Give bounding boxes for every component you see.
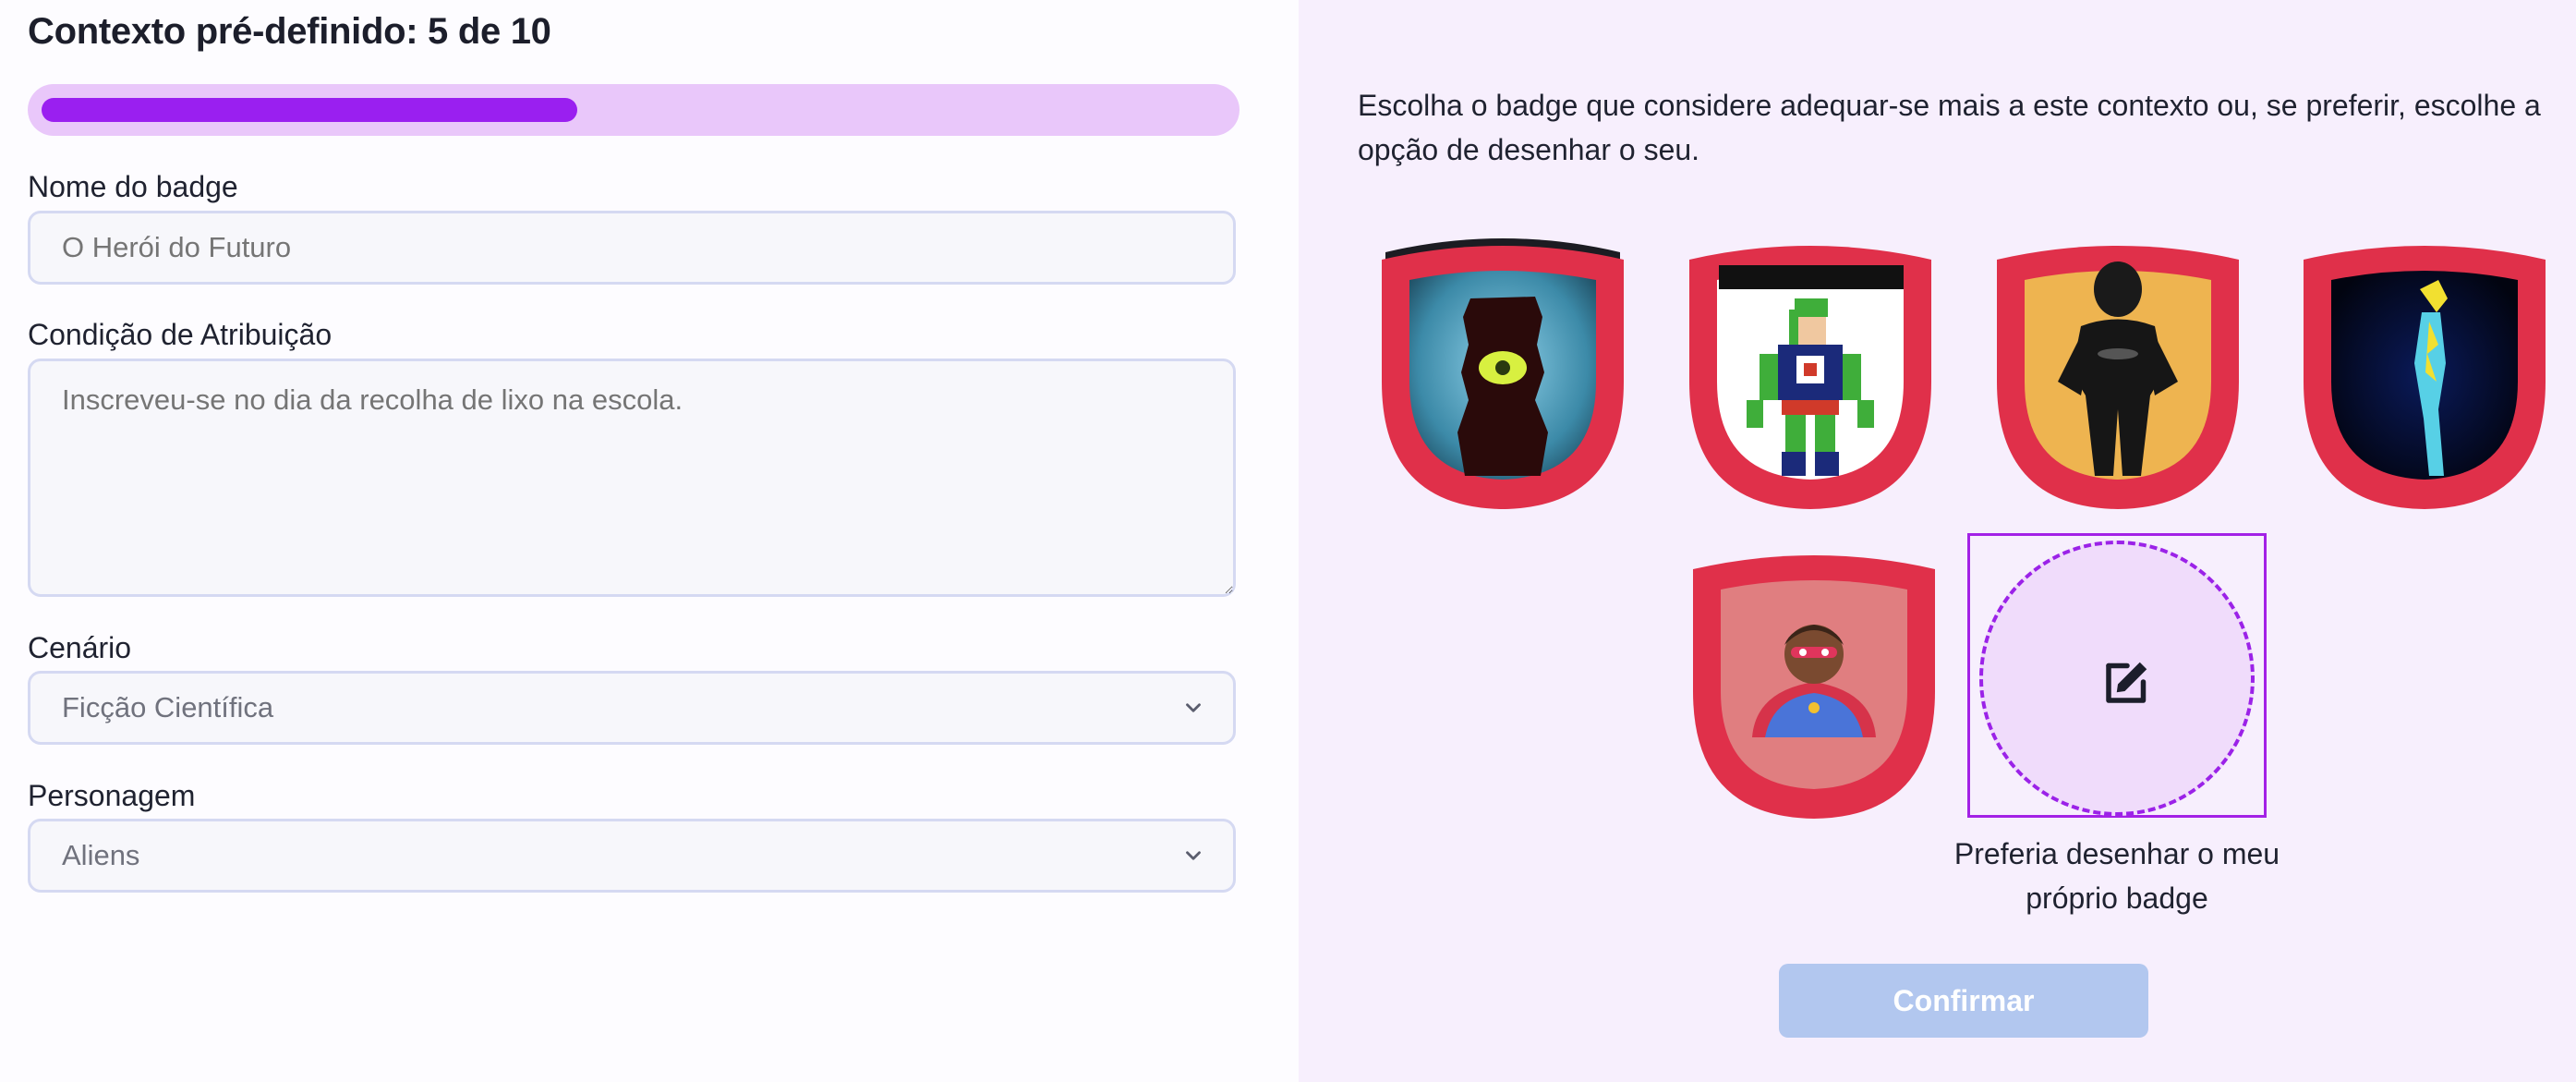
character-label: Personagem <box>28 779 196 812</box>
character-selected-value: Aliens <box>62 839 140 871</box>
pixel-hero-badge-image <box>1689 246 1931 509</box>
character-select[interactable]: Aliens <box>28 819 1236 893</box>
scenario-selected-value: Ficção Científica <box>62 691 274 723</box>
badge-name-input[interactable] <box>28 211 1236 285</box>
chevron-down-icon <box>1186 851 1201 860</box>
badge-option-lightning-hero[interactable] <box>2300 234 2549 511</box>
progress-fill <box>42 98 577 122</box>
caped-hero-badge-image <box>1693 555 1935 819</box>
progress-bar <box>28 84 1240 136</box>
edit-icon <box>2106 662 2147 703</box>
chevron-down-icon <box>1186 703 1201 712</box>
selector-instructions: Escolha o badge que considere adequar-se… <box>1358 89 2541 166</box>
black-suit-hero-badge-image <box>1997 246 2239 509</box>
cyclops-tower-badge-image <box>1382 238 1624 509</box>
condition-textarea[interactable] <box>28 359 1236 597</box>
badge-option-caped-hero[interactable] <box>1689 543 1939 821</box>
scenario-select[interactable]: Ficção Científica <box>28 671 1236 745</box>
condition-label: Condição de Atribuição <box>28 318 333 351</box>
draw-own-badge-option[interactable] <box>1967 533 2267 818</box>
confirm-button[interactable]: Confirmar <box>1779 964 2148 1038</box>
badge-option-pixel-hero[interactable] <box>1686 234 1935 511</box>
badge-name-label: Nome do badge <box>28 170 238 203</box>
page: Contexto pré-definido: 5 de 10 Nome do b… <box>0 0 2576 1082</box>
form-panel: Contexto pré-definido: 5 de 10 Nome do b… <box>0 0 1299 1082</box>
page-title: Contexto pré-definido: 5 de 10 <box>28 11 551 52</box>
draw-own-badge-circle <box>1979 541 2255 816</box>
draw-own-badge-caption: Preferia desenhar o meu próprio badge <box>1953 837 2280 915</box>
badge-option-cyclops-tower[interactable] <box>1378 234 1627 511</box>
scenario-label: Cenário <box>28 631 132 664</box>
lightning-hero-badge-image <box>2304 246 2546 509</box>
badge-option-black-suit-hero[interactable] <box>1993 234 2243 511</box>
